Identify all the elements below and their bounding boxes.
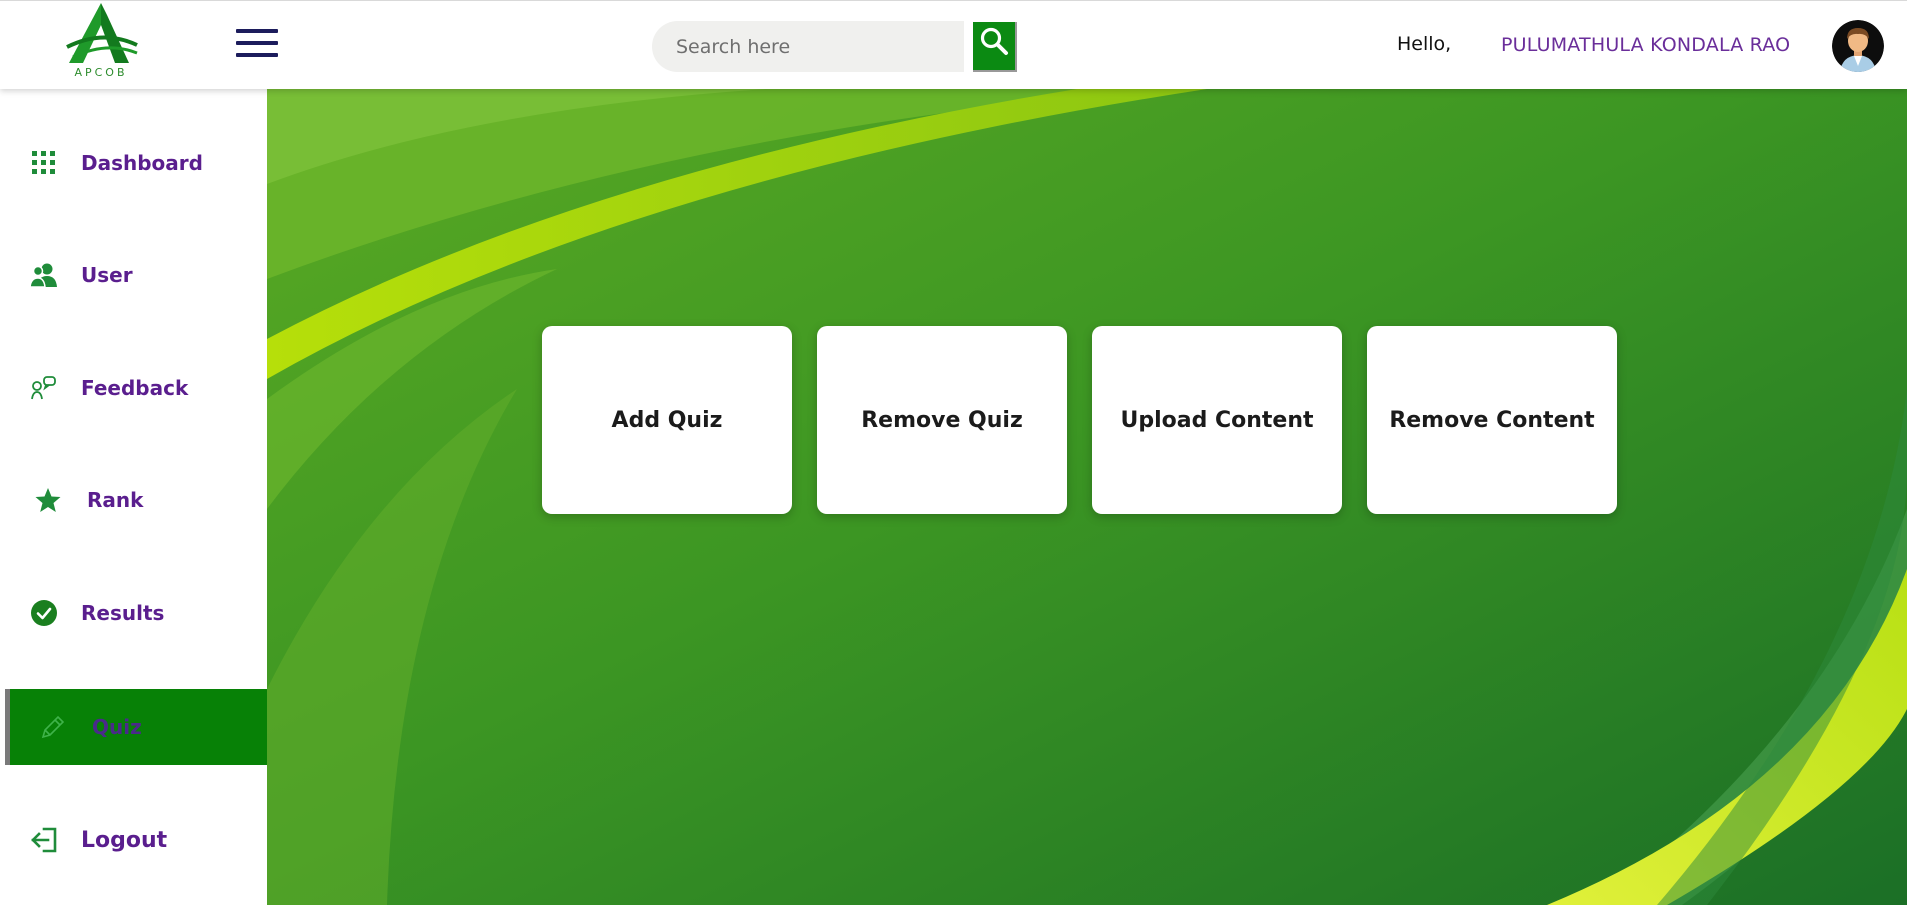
users-icon bbox=[29, 260, 59, 290]
menu-toggle-button[interactable] bbox=[236, 29, 280, 61]
grid-icon bbox=[29, 148, 59, 178]
hamburger-icon bbox=[236, 29, 278, 33]
sidebar-item-label: Feedback bbox=[81, 376, 189, 400]
remove-content-card[interactable]: Remove Content bbox=[1367, 326, 1617, 514]
apcob-logo[interactable]: APCOB bbox=[63, 1, 139, 81]
sidebar-item-quiz[interactable]: Quiz bbox=[5, 689, 267, 765]
chat-bubbles-icon bbox=[29, 373, 59, 403]
add-quiz-card[interactable]: Add Quiz bbox=[542, 326, 792, 514]
search-input[interactable] bbox=[652, 21, 964, 72]
green-waves-background bbox=[267, 89, 1907, 905]
sidebar-item-dashboard[interactable]: Dashboard bbox=[5, 125, 267, 201]
top-header: APCOB Hello, PULUMATHULA KONDALA RAO bbox=[0, 0, 1907, 89]
search-button[interactable] bbox=[973, 22, 1017, 72]
user-name[interactable]: PULUMATHULA KONDALA RAO bbox=[1501, 34, 1790, 56]
card-label: Remove Content bbox=[1389, 407, 1595, 433]
sidebar-item-feedback[interactable]: Feedback bbox=[5, 350, 267, 426]
card-label: Upload Content bbox=[1120, 407, 1314, 433]
sidebar-item-results[interactable]: Results bbox=[5, 575, 267, 651]
greeting-text: Hello, bbox=[1397, 33, 1452, 55]
logout-icon bbox=[29, 825, 59, 855]
search-box bbox=[652, 21, 964, 72]
sidebar-item-label: Dashboard bbox=[81, 151, 203, 175]
main-content: Add Quiz Remove Quiz Upload Content Remo… bbox=[267, 89, 1907, 905]
logo-text: APCOB bbox=[74, 66, 128, 79]
card-label: Remove Quiz bbox=[861, 407, 1023, 433]
apcob-logo-icon bbox=[66, 3, 138, 63]
sidebar-item-rank[interactable]: Rank bbox=[5, 462, 267, 538]
search-icon bbox=[980, 27, 1008, 55]
upload-content-card[interactable]: Upload Content bbox=[1092, 326, 1342, 514]
sidebar-item-logout[interactable]: Logout bbox=[5, 802, 267, 878]
sidebar-item-label: Quiz bbox=[92, 715, 142, 739]
card-label: Add Quiz bbox=[611, 407, 723, 433]
sidebar-item-label: Results bbox=[81, 601, 165, 625]
sidebar-item-user[interactable]: User bbox=[5, 237, 267, 313]
pencil-icon bbox=[38, 712, 68, 742]
check-circle-icon bbox=[29, 598, 59, 628]
user-avatar-icon bbox=[1832, 20, 1884, 72]
sidebar: Dashboard User Feedback Rank Results Qui… bbox=[0, 89, 267, 905]
star-icon bbox=[33, 485, 63, 515]
sidebar-item-label: User bbox=[81, 263, 133, 287]
avatar[interactable] bbox=[1832, 20, 1884, 72]
remove-quiz-card[interactable]: Remove Quiz bbox=[817, 326, 1067, 514]
sidebar-item-label: Logout bbox=[81, 827, 168, 853]
sidebar-item-label: Rank bbox=[87, 488, 144, 512]
